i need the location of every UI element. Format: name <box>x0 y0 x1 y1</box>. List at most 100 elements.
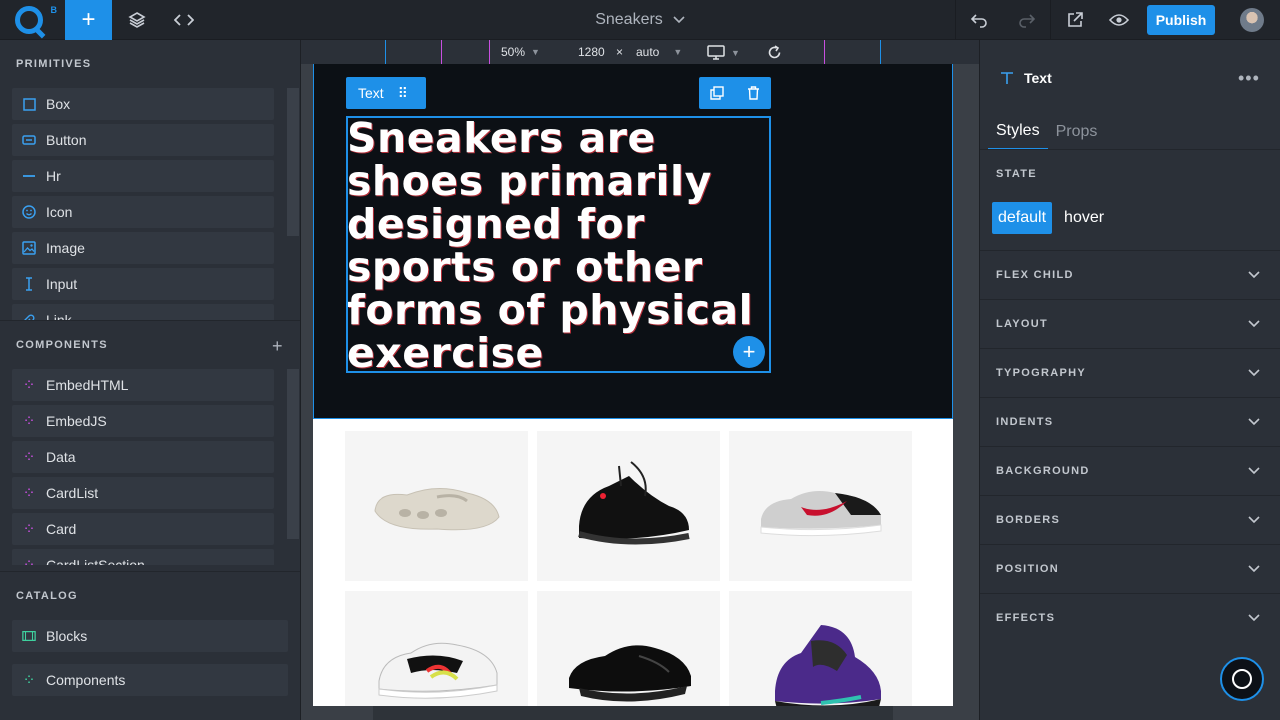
width-input[interactable]: 1280 <box>578 45 605 59</box>
primitive-hr[interactable]: Hr <box>12 160 274 192</box>
undo-button[interactable] <box>956 0 1002 40</box>
selected-element-name: Text <box>1024 70 1052 86</box>
button-icon <box>22 133 36 147</box>
caret-down-icon: ▼ <box>731 47 740 58</box>
code-button[interactable] <box>161 0 207 40</box>
section-typography[interactable]: TYPOGRAPHY <box>980 348 1280 397</box>
publish-button[interactable]: Publish <box>1147 5 1215 35</box>
right-panel: Text ••• Styles Props STATE default hove… <box>979 40 1280 720</box>
list-item-label: Input <box>46 276 78 292</box>
component-cardlistsection[interactable]: ⁘ CardListSection <box>12 549 274 565</box>
catalog-blocks[interactable]: Blocks <box>12 620 288 652</box>
selected-element-label[interactable]: Text ⠿ <box>346 77 426 109</box>
primitive-box[interactable]: Box <box>12 88 274 120</box>
drag-handle-icon[interactable]: ⠿ <box>398 85 408 102</box>
primitives-scrollbar[interactable] <box>287 88 299 236</box>
smiley-icon <box>22 205 36 219</box>
primitives-title: PRIMITIVES <box>16 58 92 70</box>
state-default-button[interactable]: default <box>992 202 1053 234</box>
preview-button[interactable] <box>1096 0 1142 40</box>
duplicate-icon[interactable] <box>710 86 724 100</box>
caret-down-icon: ▼ <box>531 47 540 57</box>
layers-button[interactable] <box>114 0 160 40</box>
chevron-down-icon <box>1248 516 1260 524</box>
height-value: auto <box>636 45 660 59</box>
component-data[interactable]: ⁘ Data <box>12 441 274 473</box>
primitive-link[interactable]: Link <box>12 304 274 320</box>
height-select[interactable]: auto ▼ <box>636 45 682 59</box>
component-icon: ⁘ <box>22 672 36 689</box>
section-effects[interactable]: EFFECTS <box>980 593 1280 642</box>
section-flex-child[interactable]: FLEX CHILD <box>980 250 1280 299</box>
list-item-label: Data <box>46 449 76 465</box>
section-layout[interactable]: LAYOUT <box>980 299 1280 348</box>
layers-icon <box>128 12 146 28</box>
section-indents[interactable]: INDENTS <box>980 397 1280 446</box>
add-element-button[interactable]: + <box>65 0 112 40</box>
components-scrollbar[interactable] <box>287 369 299 539</box>
catalog-title: CATALOG <box>16 590 78 602</box>
list-item-label: Components <box>46 672 126 688</box>
section-background[interactable]: BACKGROUND <box>980 446 1280 495</box>
chevron-down-icon <box>673 16 685 24</box>
primitive-button[interactable]: Button <box>12 124 274 156</box>
divider <box>1050 0 1051 40</box>
zoom-value: 50% <box>501 45 526 59</box>
product-card[interactable] <box>729 591 912 706</box>
zoom-select[interactable]: 50% ▼ <box>501 45 540 59</box>
hero-section[interactable]: Sneakers are shoes primarily designed fo… <box>313 64 953 419</box>
page-selector[interactable]: Sneakers <box>540 0 740 40</box>
catalog-components[interactable]: ⁘ Components <box>12 664 288 696</box>
breakpoint-marker[interactable] <box>489 40 490 64</box>
primitive-input[interactable]: Input <box>12 268 274 300</box>
primitive-icon[interactable]: Icon <box>12 196 274 228</box>
app-logo[interactable]: B <box>0 0 65 40</box>
left-sidebar: PRIMITIVES Box Button Hr Icon Image Inpu… <box>0 40 301 720</box>
canvas-horizontal-scrollbar[interactable] <box>373 706 893 720</box>
sneaker-image <box>577 461 690 545</box>
primitive-image[interactable]: Image <box>12 232 274 264</box>
tab-styles[interactable]: Styles <box>988 114 1048 150</box>
section-position[interactable]: POSITION <box>980 544 1280 593</box>
add-component-button[interactable]: + <box>272 336 283 357</box>
product-card[interactable] <box>537 431 720 581</box>
primitives-list: Box Button Hr Icon Image Input Link <box>0 84 286 320</box>
product-card[interactable] <box>729 431 912 581</box>
product-card[interactable] <box>537 591 720 706</box>
device-select[interactable]: ▼ <box>707 45 740 60</box>
chevron-down-icon <box>1248 614 1260 622</box>
trash-icon[interactable] <box>747 86 760 100</box>
avatar[interactable] <box>1240 8 1264 32</box>
redo-button[interactable] <box>1004 0 1050 40</box>
list-item-label: Blocks <box>46 628 88 644</box>
component-embedhtml[interactable]: ⁘ EmbedHTML <box>12 369 274 401</box>
open-external-button[interactable] <box>1052 0 1098 40</box>
section-borders[interactable]: BORDERS <box>980 495 1280 544</box>
component-icon: ⁘ <box>22 449 36 466</box>
breakpoint-marker[interactable] <box>824 40 825 64</box>
divider <box>0 320 300 321</box>
logo-q-icon <box>14 6 43 34</box>
text-type-icon <box>1001 72 1013 84</box>
breakpoint-marker[interactable] <box>385 40 386 64</box>
product-card[interactable] <box>345 431 528 581</box>
component-embedjs[interactable]: ⁘ EmbedJS <box>12 405 274 437</box>
list-item-label: CardListSection <box>46 557 145 565</box>
external-link-icon <box>1068 12 1083 27</box>
component-icon: ⁘ <box>22 377 36 394</box>
breakpoint-marker[interactable] <box>880 40 881 64</box>
add-child-button[interactable]: + <box>733 336 765 368</box>
component-cardlist[interactable]: ⁘ CardList <box>12 477 274 509</box>
component-card[interactable]: ⁘ Card <box>12 513 274 545</box>
tab-props[interactable]: Props <box>1048 114 1106 150</box>
state-hover-button[interactable]: hover <box>1058 202 1110 234</box>
product-card[interactable] <box>345 591 528 706</box>
caret-down-icon: ▼ <box>673 47 683 57</box>
list-item-label: EmbedJS <box>46 413 107 429</box>
breakpoint-marker[interactable] <box>441 40 442 64</box>
help-chat-button[interactable] <box>1220 657 1264 701</box>
more-options-icon[interactable]: ••• <box>1238 68 1260 89</box>
selected-element-header: Text <box>1000 70 1052 86</box>
refresh-button[interactable] <box>767 45 782 60</box>
chevron-down-icon <box>1248 565 1260 573</box>
